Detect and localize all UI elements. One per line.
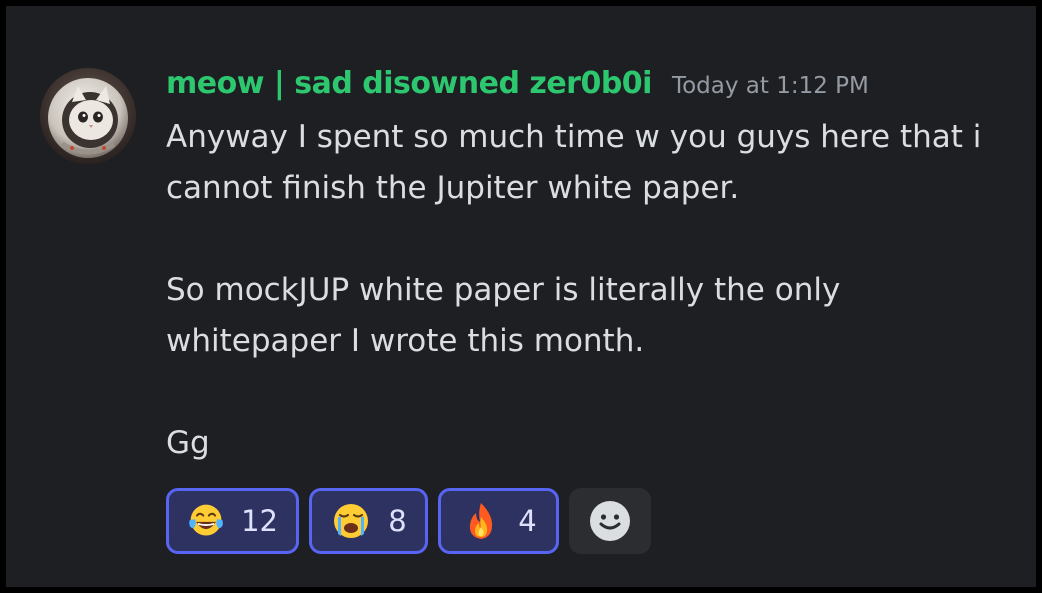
reaction-count: 8 (388, 504, 407, 538)
reaction-joy[interactable]: 12 (166, 488, 299, 554)
cat-avatar-image (40, 68, 136, 164)
fire-icon (470, 503, 493, 539)
reaction-count: 4 (518, 504, 537, 538)
face-with-tears-of-joy-icon (189, 504, 223, 536)
smiley-face-icon (590, 501, 630, 541)
message-line: cannot finish the Jupiter white paper. (166, 170, 740, 206)
reaction-sob[interactable]: 8 (309, 488, 428, 554)
message-content: Anyway I spent so much time w you guys h… (166, 112, 1026, 469)
reaction-bar: 12 8 4 (166, 488, 651, 554)
loudly-crying-face-icon (334, 504, 369, 538)
message-header: meow | sad disowned zer0b0i Today at 1:1… (166, 66, 869, 106)
avatar[interactable] (40, 68, 136, 164)
reaction-count: 12 (241, 504, 278, 538)
add-reaction-button[interactable] (569, 488, 651, 554)
message-line: Anyway I spent so much time w you guys h… (166, 119, 982, 155)
message-line: whitepaper I wrote this month. (166, 323, 645, 359)
author-username[interactable]: meow | sad disowned zer0b0i (166, 66, 652, 101)
message-timestamp[interactable]: Today at 1:12 PM (672, 73, 869, 99)
reaction-fire[interactable]: 4 (438, 488, 559, 554)
message-line: So mockJUP white paper is literally the … (166, 272, 841, 308)
message-line: Gg (166, 425, 210, 461)
